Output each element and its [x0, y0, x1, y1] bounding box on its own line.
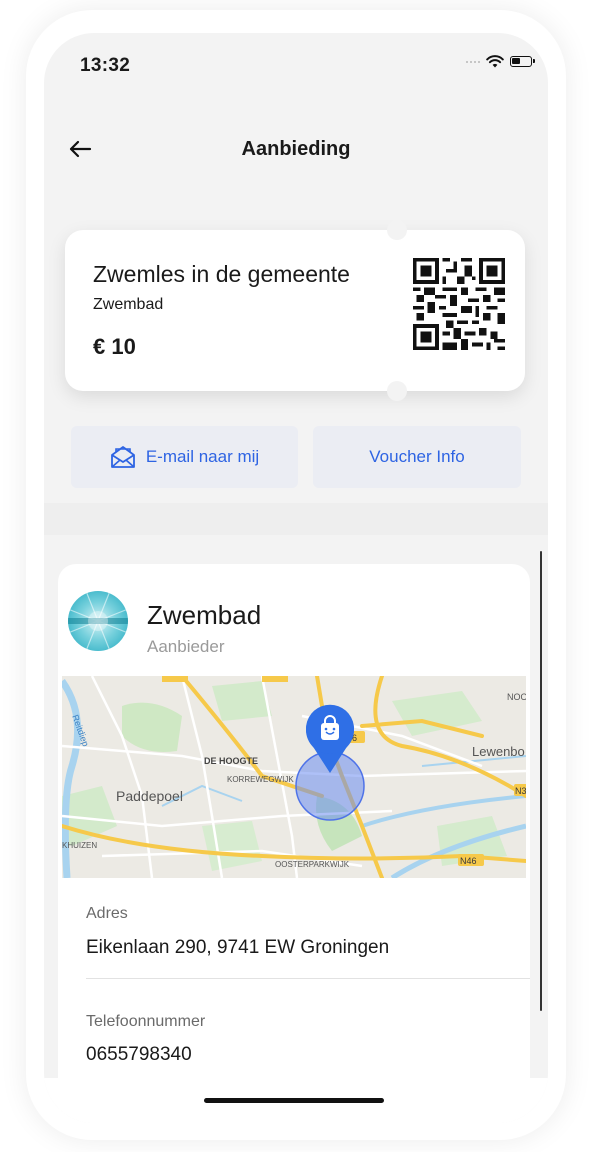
- ticket-notch-bottom: [387, 381, 407, 401]
- map-label-lewenborg: Lewenbo: [472, 744, 525, 759]
- map-label-paddepoel: Paddepoel: [116, 788, 183, 804]
- map-label-n46: N46: [460, 856, 477, 866]
- voucher-title: Zwemles in de gemeente: [93, 261, 350, 287]
- section-separator: [44, 503, 548, 535]
- map-label-noord: NOOF: [507, 692, 526, 702]
- ticket-notch-top: [387, 220, 407, 240]
- provider-avatar: [68, 591, 128, 651]
- app-screen: 13:32 Aanbieding Zwemles in de gemeente: [44, 33, 548, 1123]
- voucher-info-button[interactable]: Voucher Info: [313, 426, 521, 488]
- signal-icon: [466, 60, 480, 63]
- address-label: Adres: [86, 905, 128, 922]
- map-label-oosterparkwijk: OOSTERPARKWIJK: [275, 860, 350, 869]
- voucher-price: € 10: [93, 334, 136, 359]
- qr-code-icon[interactable]: [413, 258, 505, 350]
- provider-name: Zwembad: [147, 600, 262, 630]
- status-icons: [466, 55, 535, 68]
- page-title: Aanbieding: [241, 138, 351, 160]
- home-indicator[interactable]: [204, 1098, 384, 1103]
- divider: [86, 978, 530, 979]
- voucher-provider: Zwembad: [93, 296, 164, 313]
- scrollbar[interactable]: [540, 551, 542, 1011]
- map-label-n3: N3: [515, 786, 526, 796]
- voucher-info-label: Voucher Info: [369, 447, 465, 466]
- wifi-icon: [486, 55, 504, 68]
- pool-image: [68, 591, 128, 651]
- map-label-de-hoogte: DE HOOGTE: [204, 756, 258, 766]
- mail-open-icon: [110, 446, 135, 468]
- location-map[interactable]: 46 N46 N3 Paddepoel DE HOOGTE KORREWEGWI…: [62, 676, 526, 878]
- map-label-hoogkerk: KHUIZEN: [62, 841, 97, 850]
- email-me-button[interactable]: E-mail naar mij: [71, 426, 298, 488]
- phone-label: Telefoonnummer: [86, 1013, 206, 1030]
- provider-role: Aanbieder: [147, 637, 225, 656]
- provider-card: Zwembad Aanbieder N46 N3 Paddepoel DE HO…: [58, 564, 530, 1123]
- email-me-label: E-mail naar mij: [145, 447, 260, 466]
- status-time: 13:32: [80, 55, 131, 76]
- address-value: Eikenlaan 290, 9741 EW Groningen: [86, 937, 390, 958]
- phone-frame: 13:32 Aanbieding Zwemles in de gemeente: [44, 33, 548, 1123]
- map-label-korrewegwijk: KORREWEGWIJK: [227, 775, 294, 784]
- battery-icon: [510, 56, 535, 67]
- voucher-card: Zwemles in de gemeente Zwembad € 10: [65, 220, 525, 401]
- phone-value[interactable]: 0655798340: [86, 1044, 192, 1066]
